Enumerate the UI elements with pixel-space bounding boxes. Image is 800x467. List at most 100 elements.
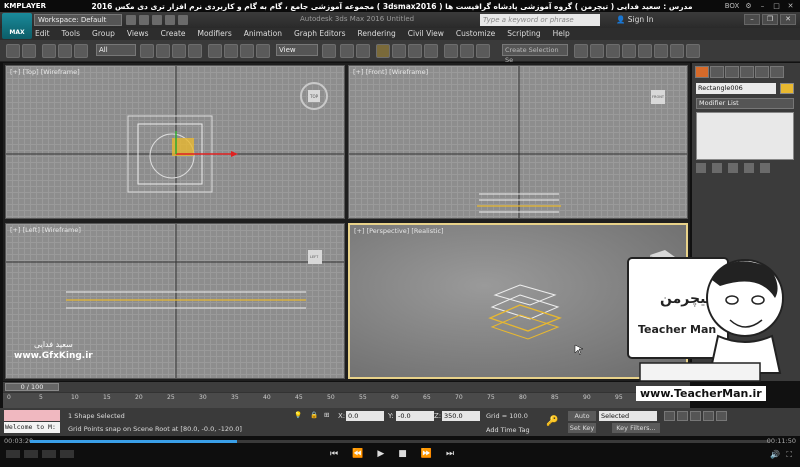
set-key-icon[interactable]: 🔑 — [546, 416, 558, 427]
maxscript-mini-listener[interactable]: Welcome to M: — [4, 422, 60, 433]
modify-tab-icon[interactable] — [710, 66, 724, 78]
time-slider-thumb[interactable]: 0 / 100 — [5, 383, 59, 391]
mirror-icon[interactable] — [460, 44, 474, 58]
show-end-result-icon[interactable] — [712, 163, 722, 173]
player-minimize-icon[interactable]: – — [757, 2, 768, 10]
box-label[interactable]: BOX — [724, 2, 740, 10]
viewcube-top-label[interactable]: TOP — [309, 94, 319, 99]
select-scale-icon[interactable] — [240, 44, 254, 58]
layer-explorer-icon[interactable] — [574, 44, 588, 58]
save-file-icon[interactable] — [152, 15, 162, 25]
utilities-tab-icon[interactable] — [770, 66, 784, 78]
pivot-center-icon[interactable] — [322, 44, 336, 58]
named-selection-sets-dropdown[interactable]: Create Selection Se — [502, 44, 568, 64]
select-place-icon[interactable] — [256, 44, 270, 58]
selection-lock-icon[interactable]: 🔒 — [310, 411, 318, 419]
player-option-2[interactable] — [24, 450, 38, 458]
select-by-name-icon[interactable] — [156, 44, 170, 58]
open-file-icon[interactable] — [139, 15, 149, 25]
menu-graph-editors[interactable]: Graph Editors — [294, 29, 346, 38]
play-icon[interactable]: ▶ — [377, 449, 384, 459]
material-editor-icon[interactable] — [638, 44, 652, 58]
object-name-field[interactable]: Rectangle006 — [696, 83, 776, 94]
menu-help[interactable]: Help — [553, 29, 570, 38]
create-tab-icon[interactable] — [695, 66, 709, 78]
redo-tool-icon[interactable] — [22, 44, 36, 58]
z-coordinate-field[interactable]: 350.0 — [442, 411, 480, 421]
x-coordinate-field[interactable]: 0.0 — [346, 411, 384, 421]
hierarchy-tab-icon[interactable] — [725, 66, 739, 78]
viewcube-front-label[interactable]: FRONT — [652, 95, 665, 99]
volume-icon[interactable]: 🔊 — [770, 450, 780, 460]
menu-customize[interactable]: Customize — [456, 29, 495, 38]
workspace-dropdown[interactable]: Workspace: Default — [34, 14, 122, 26]
application-button[interactable]: MAX — [2, 13, 32, 39]
render-setup-icon[interactable] — [654, 44, 668, 58]
select-object-icon[interactable] — [140, 44, 154, 58]
player-close-icon[interactable]: ✕ — [785, 2, 796, 10]
set-key-button[interactable]: Set Key — [568, 423, 596, 433]
y-coordinate-field[interactable]: -0.0 — [396, 411, 434, 421]
select-rotate-icon[interactable] — [224, 44, 238, 58]
menu-animation[interactable]: Animation — [244, 29, 282, 38]
previous-icon[interactable]: ⏮ — [330, 449, 338, 459]
select-move-icon[interactable] — [208, 44, 222, 58]
undo-tool-icon[interactable] — [6, 44, 20, 58]
viewcube-left-label[interactable]: LEFT — [310, 255, 319, 259]
unlink-icon[interactable] — [58, 44, 72, 58]
modifier-list-dropdown[interactable]: Modifier List — [696, 98, 794, 109]
modifier-stack[interactable] — [696, 112, 794, 160]
player-maximize-icon[interactable]: □ — [771, 2, 782, 10]
menu-tools[interactable]: Tools — [62, 29, 80, 38]
selection-filter-dropdown[interactable]: All — [96, 44, 136, 56]
undo-icon[interactable] — [165, 15, 175, 25]
window-crossing-icon[interactable] — [188, 44, 202, 58]
menu-civil-view[interactable]: Civil View — [408, 29, 444, 38]
player-option-1[interactable] — [6, 450, 20, 458]
menu-modifiers[interactable]: Modifiers — [198, 29, 232, 38]
forward-icon[interactable]: ⏩ — [421, 449, 432, 459]
sign-in-button[interactable]: 👤 Sign In — [616, 15, 653, 24]
player-option-4[interactable] — [60, 450, 74, 458]
menu-views[interactable]: Views — [127, 29, 149, 38]
go-to-end-icon[interactable] — [716, 411, 727, 421]
seek-bar[interactable] — [30, 440, 770, 443]
rewind-icon[interactable]: ⏪ — [352, 449, 363, 459]
menu-rendering[interactable]: Rendering — [357, 29, 395, 38]
angle-snap-icon[interactable] — [392, 44, 406, 58]
isolate-selection-icon[interactable]: 💡 — [294, 411, 302, 419]
percent-snap-icon[interactable] — [408, 44, 422, 58]
curve-editor-icon[interactable] — [606, 44, 620, 58]
absolute-mode-icon[interactable]: ⊞ — [324, 411, 329, 419]
graphite-toolbar-icon[interactable] — [590, 44, 604, 58]
maxscript-listener-pink[interactable] — [4, 410, 60, 421]
keyboard-shortcut-override-icon[interactable] — [356, 44, 370, 58]
viewport-top[interactable]: [+] [Top] [Wireframe] TOP — [5, 65, 345, 219]
search-input[interactable]: Type a keyword or phrase — [480, 14, 600, 26]
schematic-view-icon[interactable] — [622, 44, 636, 58]
menu-create[interactable]: Create — [161, 29, 186, 38]
player-option-3[interactable] — [42, 450, 56, 458]
reference-coordinate-dropdown[interactable]: View — [276, 44, 318, 56]
align-icon[interactable] — [476, 44, 490, 58]
add-time-tag[interactable]: Add Time Tag — [486, 426, 530, 434]
player-settings-icon[interactable]: ⚙ — [743, 2, 754, 10]
fullscreen-icon[interactable]: ⛶ — [786, 450, 792, 460]
redo-icon[interactable] — [178, 15, 188, 25]
new-file-icon[interactable] — [126, 15, 136, 25]
close-button[interactable]: ✕ — [780, 14, 796, 25]
minimize-button[interactable]: – — [744, 14, 760, 25]
stop-icon[interactable]: ■ — [398, 449, 407, 459]
next-frame-icon[interactable] — [703, 411, 714, 421]
viewport-front[interactable]: [+] [Front] [Wireframe] FRONT — [348, 65, 688, 219]
display-tab-icon[interactable] — [755, 66, 769, 78]
render-production-icon[interactable] — [686, 44, 700, 58]
track-bar[interactable]: 0510152025303540455055606570758085909510… — [3, 392, 690, 408]
make-unique-icon[interactable] — [728, 163, 738, 173]
configure-modifier-sets-icon[interactable] — [760, 163, 770, 173]
auto-key-button[interactable]: Auto Key — [568, 411, 596, 430]
restore-button[interactable]: ❐ — [762, 14, 778, 25]
edit-named-selection-icon[interactable] — [444, 44, 458, 58]
menu-scripting[interactable]: Scripting — [507, 29, 540, 38]
key-filters-button[interactable]: Key Filters... — [612, 423, 660, 433]
